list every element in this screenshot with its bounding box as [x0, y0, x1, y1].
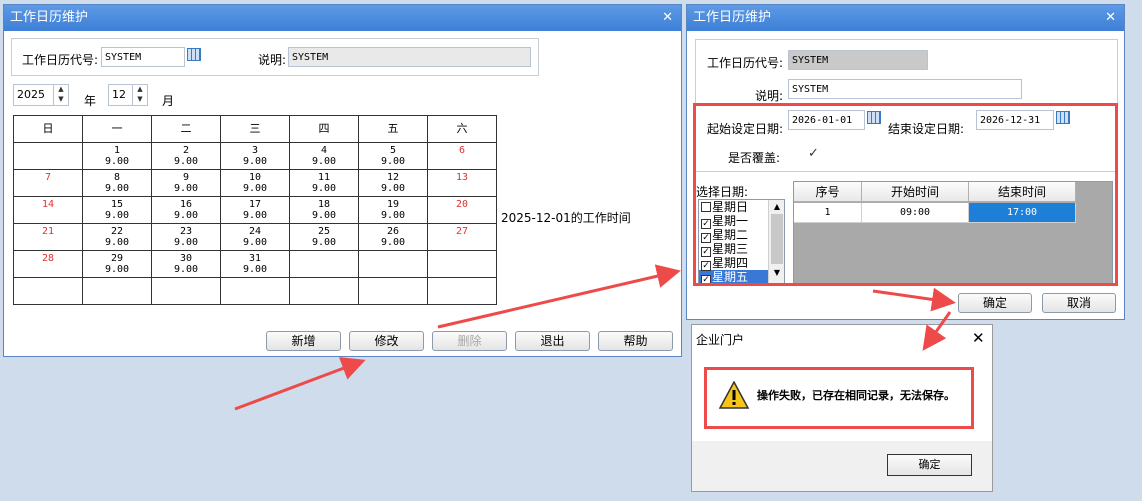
arrow-to-dialog [922, 311, 952, 351]
annotation-arrows [234, 264, 956, 411]
arrow-to-edit-button [234, 357, 366, 411]
arrow-to-ok-button [872, 287, 956, 312]
arrow-to-edit-window [437, 264, 681, 329]
